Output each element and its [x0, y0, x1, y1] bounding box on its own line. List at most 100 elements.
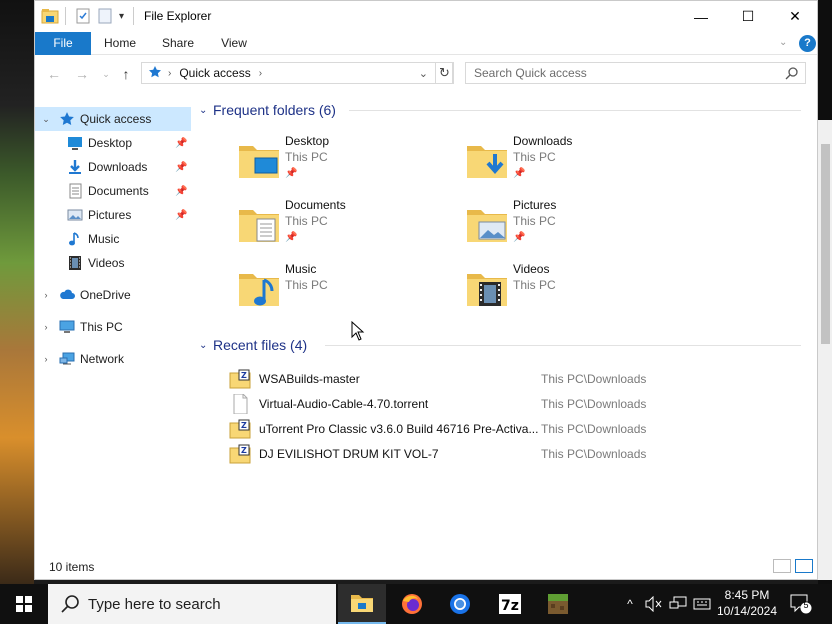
help-icon[interactable]: ?	[799, 35, 816, 52]
sidebar-item-quick-access[interactable]: ⌄ Quick access	[35, 107, 191, 131]
sidebar-item-desktop[interactable]: Desktop 📌	[35, 131, 191, 155]
maximize-button[interactable]: ☐	[725, 1, 771, 32]
taskbar: Type here to search 7z ^ 8:45 PM 10/14/2…	[0, 584, 832, 624]
details-view-icon[interactable]	[773, 559, 791, 573]
collapsed-chevron-icon[interactable]: ›	[41, 322, 51, 332]
folder-tile-videos[interactable]: Videos This PC	[465, 262, 665, 322]
system-clock[interactable]: 8:45 PM 10/14/2024	[712, 587, 782, 619]
file-path: This PC\Downloads	[541, 447, 647, 461]
chrome-icon[interactable]	[436, 584, 484, 624]
file-path: This PC\Downloads	[541, 397, 647, 411]
forward-arrow-icon[interactable]: →	[73, 65, 91, 83]
status-bar: 10 items	[35, 555, 817, 579]
expand-ribbon-chevron-icon[interactable]: ⌄	[779, 37, 787, 48]
divider	[325, 345, 801, 346]
recent-locations-chevron-icon[interactable]: ⌄	[97, 65, 115, 83]
sidebar-item-onedrive[interactable]: › OneDrive	[35, 283, 191, 307]
language-keyboard-icon[interactable]	[692, 584, 712, 624]
tab-home[interactable]: Home	[97, 32, 143, 55]
address-dropdown-chevron-icon[interactable]: ⌄	[419, 67, 428, 80]
collapsed-chevron-icon[interactable]: ›	[41, 290, 51, 300]
file-name: Virtual-Audio-Cable-4.70.torrent	[259, 397, 429, 411]
zip-folder-icon: Z	[229, 369, 251, 389]
file-name: WSABuilds-master	[259, 372, 360, 386]
quick-access-star-icon	[148, 65, 162, 82]
minimize-button[interactable]: —	[678, 1, 724, 32]
frequent-folders-header[interactable]: ⌄ Frequent folders (6)	[199, 100, 801, 120]
recent-file-row[interactable]: Virtual-Audio-Cable-4.70.torrent This PC…	[229, 393, 659, 415]
sidebar-item-videos[interactable]: Videos	[35, 251, 191, 275]
file-icon	[229, 393, 251, 415]
file-explorer-window: ▾ File Explorer — ☐ ✕ File Home Share Vi…	[34, 0, 818, 580]
file-path: This PC\Downloads	[541, 372, 647, 386]
folder-tile-downloads[interactable]: Downloads This PC 📌	[465, 134, 665, 194]
ribbon-tabs: File Home Share View ⌄ ?	[35, 32, 817, 55]
folder-tile-music[interactable]: Music This PC	[237, 262, 437, 322]
firefox-icon[interactable]	[388, 584, 436, 624]
close-button[interactable]: ✕	[772, 1, 818, 32]
folder-name: Downloads	[513, 134, 573, 148]
folder-tile-desktop[interactable]: Desktop This PC 📌	[237, 134, 437, 194]
sidebar-item-music[interactable]: Music	[35, 227, 191, 251]
up-arrow-icon[interactable]: ↑	[117, 65, 135, 83]
folder-location: This PC	[513, 214, 556, 228]
refresh-icon[interactable]: ↻	[435, 62, 454, 84]
address-bar[interactable]: › Quick access › ⌄	[141, 62, 453, 84]
notification-count: 5	[803, 600, 809, 610]
file-path: This PC\Downloads	[541, 422, 647, 436]
tab-view[interactable]: View	[211, 32, 257, 55]
network-status-icon[interactable]	[668, 584, 688, 624]
documents-folder-icon	[237, 202, 281, 246]
folder-name: Pictures	[513, 198, 557, 212]
file-name: uTorrent Pro Classic v3.6.0 Build 46716 …	[259, 422, 539, 436]
taskbar-search-input[interactable]: Type here to search	[48, 584, 336, 624]
sidebar-item-label: Downloads	[88, 160, 148, 174]
scrollbar-thumb[interactable]	[821, 144, 830, 344]
folder-tile-documents[interactable]: Documents This PC 📌	[237, 198, 437, 258]
expanded-chevron-icon[interactable]: ⌄	[41, 114, 51, 125]
group-collapse-chevron-icon[interactable]: ⌄	[199, 340, 213, 351]
customize-toolbar-chevron-icon[interactable]: ▾	[119, 7, 124, 25]
sidebar-item-documents[interactable]: Documents 📌	[35, 179, 191, 203]
desktop-folder-icon	[237, 138, 281, 182]
sidebar-item-label: Documents	[88, 184, 149, 198]
collapsed-chevron-icon[interactable]: ›	[41, 354, 51, 364]
clock-time: 8:45 PM	[724, 588, 770, 602]
documents-icon	[67, 183, 83, 199]
search-input[interactable]: Search Quick access	[465, 62, 806, 84]
minecraft-icon[interactable]	[534, 584, 582, 624]
new-folder-icon[interactable]	[97, 7, 113, 25]
recent-file-row[interactable]: Z DJ EVILISHOT DRUM KIT VOL-7 This PC\Do…	[229, 443, 659, 465]
tab-file[interactable]: File	[35, 32, 91, 55]
show-hidden-icons-chevron-icon[interactable]: ^	[622, 584, 638, 624]
notification-center-icon[interactable]: 5	[790, 594, 812, 614]
navigation-pane: ⌄ Quick access Desktop 📌 Downloads 📌 Doc	[35, 97, 193, 553]
breadcrumb[interactable]: Quick access	[179, 66, 250, 80]
folder-name: Desktop	[285, 134, 330, 148]
sidebar-item-pictures[interactable]: Pictures 📌	[35, 203, 191, 227]
recent-files-header[interactable]: ⌄ Recent files (4)	[199, 335, 801, 355]
sidebar-item-downloads[interactable]: Downloads 📌	[35, 155, 191, 179]
folder-tile-pictures[interactable]: Pictures This PC 📌	[465, 198, 665, 258]
recent-file-row[interactable]: Z WSABuilds-master This PC\Downloads	[229, 368, 659, 390]
back-arrow-icon[interactable]: ←	[45, 65, 63, 83]
breadcrumb-separator-icon: ›	[168, 67, 172, 79]
vertical-scrollbar[interactable]	[818, 120, 832, 580]
volume-muted-icon[interactable]	[644, 584, 664, 624]
sidebar-item-network[interactable]: › Network	[35, 347, 191, 371]
breadcrumb-separator-icon: ›	[258, 67, 263, 79]
content-area: ⌄ Frequent folders (6) Desktop This PC 📌…	[193, 91, 803, 553]
search-icon[interactable]	[785, 66, 799, 83]
recent-file-row[interactable]: Z uTorrent Pro Classic v3.6.0 Build 4671…	[229, 418, 659, 440]
downloads-folder-icon	[465, 138, 509, 182]
sidebar-item-this-pc[interactable]: › This PC	[35, 315, 191, 339]
large-icons-view-icon[interactable]	[795, 559, 813, 573]
file-explorer-taskbar-icon[interactable]	[338, 584, 386, 624]
sidebar-item-label: Quick access	[80, 112, 152, 126]
group-collapse-chevron-icon[interactable]: ⌄	[199, 105, 213, 116]
tab-share[interactable]: Share	[155, 32, 201, 55]
windows-start-icon[interactable]	[0, 584, 48, 624]
7zip-icon[interactable]: 7z	[486, 584, 534, 624]
svg-text:Z: Z	[241, 446, 247, 455]
properties-icon[interactable]	[75, 7, 91, 25]
